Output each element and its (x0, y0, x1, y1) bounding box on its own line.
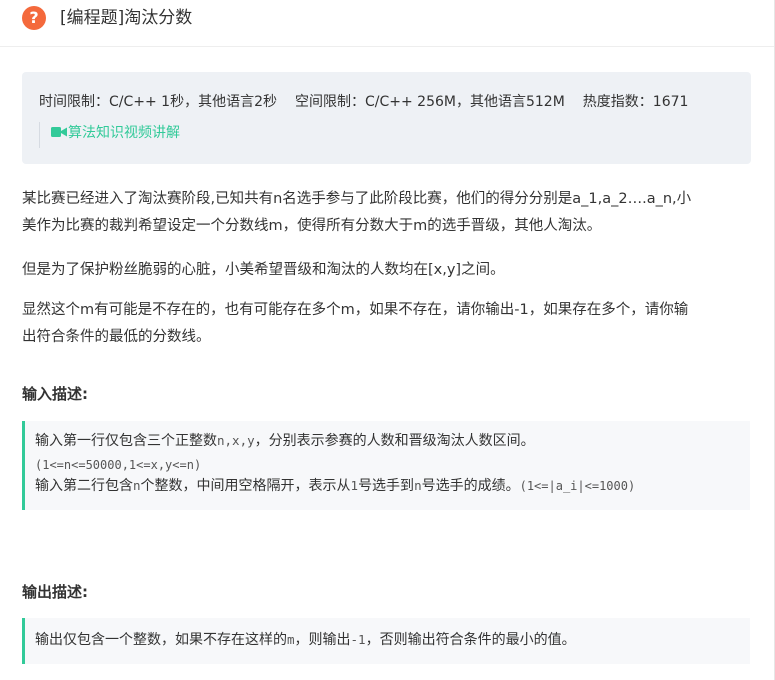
input-l3-code-d: (1<=|a_i|<=1000) (519, 479, 636, 493)
heat-index: 热度指数：1671 (582, 94, 689, 110)
problem-title: [编程题]淘汰分数 (60, 8, 193, 28)
output-line: 输出仅包含一个整数，如果不存在这样的m，则输出-1，否则输出符合条件的最小的值。 (35, 629, 576, 651)
time-limit: 时间限制：C/C++ 1秒，其他语言2秒 (39, 94, 277, 110)
output-text-b: ，则输出 (294, 632, 351, 648)
input-l3-text-a: 输入第二行包含 (35, 478, 133, 494)
input-l3-text-b: 个整数，中间用空格隔开，表示从 (140, 478, 351, 494)
question-circle-icon: ? (22, 6, 46, 30)
output-code-b: -1 (350, 632, 366, 647)
video-camera-icon (51, 127, 67, 137)
limits-line: 时间限制：C/C++ 1秒，其他语言2秒 空间限制：C/C++ 256M，其他语言… (39, 92, 688, 112)
problem-header: ? [编程题]淘汰分数 (0, 0, 774, 47)
input-l1-code: n,x,y (217, 433, 255, 448)
input-line-2: (1<=n<=50000,1<=x,y<=n) (35, 454, 201, 476)
algorithm-video-link[interactable]: 算法知识视频讲解 (51, 123, 180, 143)
description-paragraph-1: 某比赛已经进入了淘汰赛阶段,已知共有n名选手参与了此阶段比赛，他们的得分分别是a… (22, 187, 752, 238)
video-link-label: 算法知识视频讲解 (68, 125, 180, 141)
limits-info-box: 时间限制：C/C++ 1秒，其他语言2秒 空间限制：C/C++ 256M，其他语言… (22, 72, 751, 164)
output-text-a: 输出仅包含一个整数，如果不存在这样的 (35, 632, 287, 648)
input-line-1: 输入第一行仅包含三个正整数n,x,y，分别表示参赛的人数和晋级淘汰人数区间。 (35, 430, 535, 452)
output-description-title: 输出描述: (22, 583, 88, 601)
input-description-block: 输入第一行仅包含三个正整数n,x,y，分别表示参赛的人数和晋级淘汰人数区间。 (… (22, 421, 750, 510)
output-text-c: ，否则输出符合条件的最小的值。 (365, 632, 576, 648)
input-l3-text-c: 号选手到 (358, 478, 415, 494)
description-paragraph-2: 但是为了保护粉丝脆弱的心脏，小美希望晋级和淘汰的人数均在[x,y]之间。 (22, 262, 505, 278)
output-code-a: m (287, 632, 295, 647)
description-p3-line2: 出符合条件的最低的分数线。 (22, 329, 211, 345)
input-l2-code: (1<=n<=50000,1<=x,y<=n) (35, 458, 202, 472)
description-p1-line2: 美作为比赛的裁判希望设定一个分数线m，使得所有分数大于m的选手晋级，其他人淘汰。 (22, 218, 602, 234)
input-l3-text-d: 号选手的成绩。 (421, 478, 520, 494)
description-paragraph-3: 显然这个m有可能是不存在的，也有可能存在多个m，如果不存在，请你输出-1，如果存… (22, 298, 752, 349)
description-p1-line1: 某比赛已经进入了淘汰赛阶段,已知共有n名选手参与了此阶段比赛，他们的得分分别是a… (22, 191, 692, 207)
input-line-3: 输入第二行包含n个整数，中间用空格隔开，表示从1号选手到n号选手的成绩。(1<=… (35, 475, 635, 497)
description-p3-line1: 显然这个m有可能是不存在的，也有可能存在多个m，如果不存在，请你输出-1，如果存… (22, 302, 689, 318)
input-l1-text-a: 输入第一行仅包含三个正整数 (35, 433, 217, 449)
divider (39, 122, 40, 148)
input-l1-text-b: ，分别表示参赛的人数和晋级淘汰人数区间。 (254, 433, 535, 449)
input-description-title: 输入描述: (22, 385, 88, 403)
space-limit: 空间限制：C/C++ 256M，其他语言512M (295, 94, 565, 110)
input-l3-code-c: n (414, 478, 422, 493)
output-description-block: 输出仅包含一个整数，如果不存在这样的m，则输出-1，否则输出符合条件的最小的值。 (22, 618, 750, 664)
input-l3-code-b: 1 (350, 478, 359, 493)
input-l3-code-a: n (133, 478, 141, 493)
